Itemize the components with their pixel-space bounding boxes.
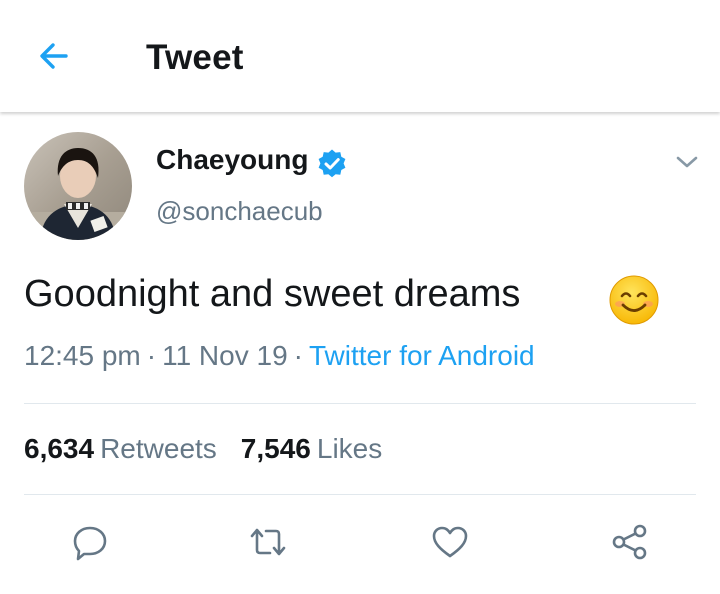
divider [24, 403, 696, 404]
reply-icon [73, 526, 107, 561]
retweet-button[interactable] [246, 522, 286, 562]
retweets-stat[interactable]: 6,634 Retweets [24, 433, 217, 464]
meta-separator: · [293, 340, 303, 371]
tweet-date: 11 Nov 19 [162, 340, 288, 371]
tweet-meta: 12:45 pm · 11 Nov 19 · Twitter for Android [24, 340, 535, 372]
avatar-photo [24, 132, 132, 240]
back-button[interactable] [36, 38, 76, 74]
tweet-source-link[interactable]: Twitter for Android [309, 340, 535, 371]
likes-stat[interactable]: 7,546 Likes [241, 433, 382, 464]
tweet-stats: 6,634 Retweets 7,546 Likes [24, 433, 382, 465]
page-title: Tweet [146, 38, 244, 77]
heart-icon [432, 526, 468, 558]
retweet-icon [250, 528, 286, 556]
tweet-text: Goodnight and sweet dreams [24, 273, 521, 315]
arrow-left-icon [40, 43, 68, 69]
likes-label: Likes [316, 433, 383, 464]
share-button[interactable] [610, 522, 650, 562]
tweet-detail-screen: Tweet Chaeyoung @sonchaecub Goodnight an… [0, 0, 720, 594]
avatar[interactable] [24, 132, 132, 240]
tweet-menu-button[interactable] [672, 150, 702, 174]
retweets-label: Retweets [100, 433, 217, 464]
smiling-face-icon [608, 274, 660, 326]
verified-badge-icon [316, 148, 348, 180]
reply-button[interactable] [70, 522, 110, 562]
author-handle[interactable]: @sonchaecub [156, 196, 323, 227]
meta-separator: · [146, 340, 157, 371]
like-button[interactable] [430, 522, 470, 562]
likes-count: 7,546 [240, 433, 311, 464]
author-display-name[interactable]: Chaeyoung [156, 144, 308, 176]
app-header: Tweet [0, 0, 720, 112]
divider [24, 494, 696, 495]
tweet-time: 12:45 pm [24, 340, 141, 371]
share-icon [612, 524, 647, 560]
chevron-down-icon [676, 156, 698, 168]
retweets-count: 6,634 [24, 433, 95, 464]
